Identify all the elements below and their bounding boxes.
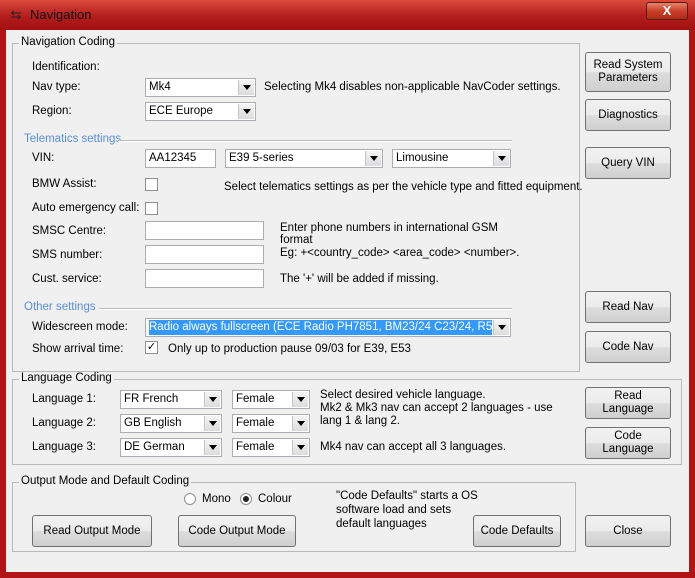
nav-type-note: Selecting Mk4 disables non-applicable Na… [264,81,561,93]
read-nav-button[interactable]: Read Nav [585,291,671,323]
chevron-down-icon [292,440,308,455]
language-3-value: DE German [124,441,185,453]
language-3-voice-select[interactable]: Female [232,438,310,457]
read-language-button[interactable]: Read Language [585,387,671,419]
code-defaults-button[interactable]: Code Defaults [473,515,561,547]
mono-label: Mono [202,493,231,505]
widescreen-label: Widescreen mode: [32,321,128,333]
colour-radio[interactable] [240,493,252,505]
button-label: Parameters [598,72,658,84]
sms-number-label: SMS number: [32,249,103,261]
phone-note-1: Enter phone numbers in international GSM [280,222,498,234]
phone-note-4: The '+' will be added if missing. [280,273,439,285]
telematics-note: Select telematics settings as per the ve… [224,181,583,193]
phone-note-2: format [280,234,313,246]
body-type-value: Limousine [396,152,449,164]
nav-type-select[interactable]: Mk4 [145,78,256,97]
colour-label: Colour [258,493,292,505]
vin-label: VIN: [32,152,55,164]
chevron-down-icon [238,104,254,119]
phone-note-3: Eg: +<country_code> <area_code> <number>… [280,247,520,259]
group-label: Navigation Coding [19,36,117,48]
bmw-assist-checkbox[interactable] [145,178,158,191]
language-note-1: Select desired vehicle language. [320,389,486,401]
smsc-label: SMSC Centre: [32,225,107,237]
model-select[interactable]: E39 5-series [225,149,383,168]
chevron-down-icon [204,440,220,455]
auto-emergency-checkbox[interactable] [145,202,158,215]
language-2-voice-value: Female [236,417,275,429]
arrival-time-note: Only up to production pause 09/03 for E3… [168,343,411,355]
language-3-voice-value: Female [236,441,275,453]
code-output-mode-button[interactable]: Code Output Mode [178,515,296,547]
region-value: ECE Europe [149,105,213,117]
language-1-label: Language 1: [32,393,96,405]
chevron-down-icon [204,392,220,407]
cust-service-label: Cust. service: [32,273,102,285]
mono-radio[interactable] [184,493,196,505]
close-window-button[interactable]: X [646,2,688,20]
read-system-parameters-button[interactable]: Read System Parameters [585,52,671,92]
language-1-select[interactable]: FR French [120,390,222,409]
chevron-down-icon [493,320,509,335]
close-button[interactable]: Close [585,515,671,547]
title-bar[interactable]: ⇆ Navigation X [0,0,695,30]
telematics-divider [118,140,512,142]
chevron-down-icon [292,392,308,407]
other-settings-divider [99,308,512,310]
language-2-voice-select[interactable]: Female [232,414,310,433]
code-nav-button[interactable]: Code Nav [585,331,671,363]
auto-emergency-label: Auto emergency call: [32,202,140,214]
other-settings-header: Other settings [24,301,96,313]
language-2-label: Language 2: [32,417,96,429]
chevron-down-icon [493,151,509,166]
language-note-3: lang 1 & lang 2. [320,415,400,427]
language-1-voice-select[interactable]: Female [232,390,310,409]
vin-input[interactable]: AA12345 [145,149,216,168]
language-2-select[interactable]: GB English [120,414,222,433]
diagnostics-button[interactable]: Diagnostics [585,99,671,131]
chevron-down-icon [204,416,220,431]
language-1-value: FR French [124,393,179,405]
language-note-2: Mk2 & Mk3 nav can accept 2 languages - u… [320,402,553,414]
cust-service-input[interactable] [145,269,264,288]
language-1-voice-value: Female [236,393,275,405]
dialog-client: Navigation Coding Identification: Nav ty… [6,30,689,572]
arrival-time-label: Show arrival time: [32,343,124,355]
nav-type-label: Nav type: [32,81,81,93]
telematics-header: Telematics settings [24,133,122,145]
code-language-button[interactable]: Code Language [585,427,671,459]
output-note-1: "Code Defaults" starts a OS [336,490,478,502]
button-label: Read System [593,59,663,71]
nav-type-value: Mk4 [149,81,171,93]
arrival-time-checkbox[interactable]: ✓ [145,341,158,354]
language-3-label: Language 3: [32,441,96,453]
window-title: Navigation [30,7,92,22]
language-2-value: GB English [124,417,182,429]
group-label: Output Mode and Default Coding [19,475,192,487]
smsc-input[interactable] [145,221,264,240]
language-note-4: Mk4 nav can accept all 3 languages. [320,441,507,453]
identification-label: Identification: [32,61,100,73]
group-label: Language Coding [19,372,114,384]
chevron-down-icon [238,80,254,95]
widescreen-value: Radio always fullscreen (ECE Radio PH785… [148,319,493,336]
chevron-down-icon [292,416,308,431]
app-icon: ⇆ [10,7,22,22]
output-note-3: default languages [336,518,427,530]
region-select[interactable]: ECE Europe [145,102,256,121]
chevron-down-icon [365,151,381,166]
widescreen-select[interactable]: Radio always fullscreen (ECE Radio PH785… [145,318,511,337]
bmw-assist-label: BMW Assist: [32,178,97,190]
body-type-select[interactable]: Limousine [392,149,511,168]
sms-number-input[interactable] [145,245,264,264]
read-output-mode-button[interactable]: Read Output Mode [32,515,152,547]
model-value: E39 5-series [229,152,294,164]
language-3-select[interactable]: DE German [120,438,222,457]
region-label: Region: [32,105,72,117]
window: ⇆ Navigation X Navigation Coding Identif… [0,0,695,578]
query-vin-button[interactable]: Query VIN [585,147,671,179]
output-note-2: software load and sets [336,504,452,516]
